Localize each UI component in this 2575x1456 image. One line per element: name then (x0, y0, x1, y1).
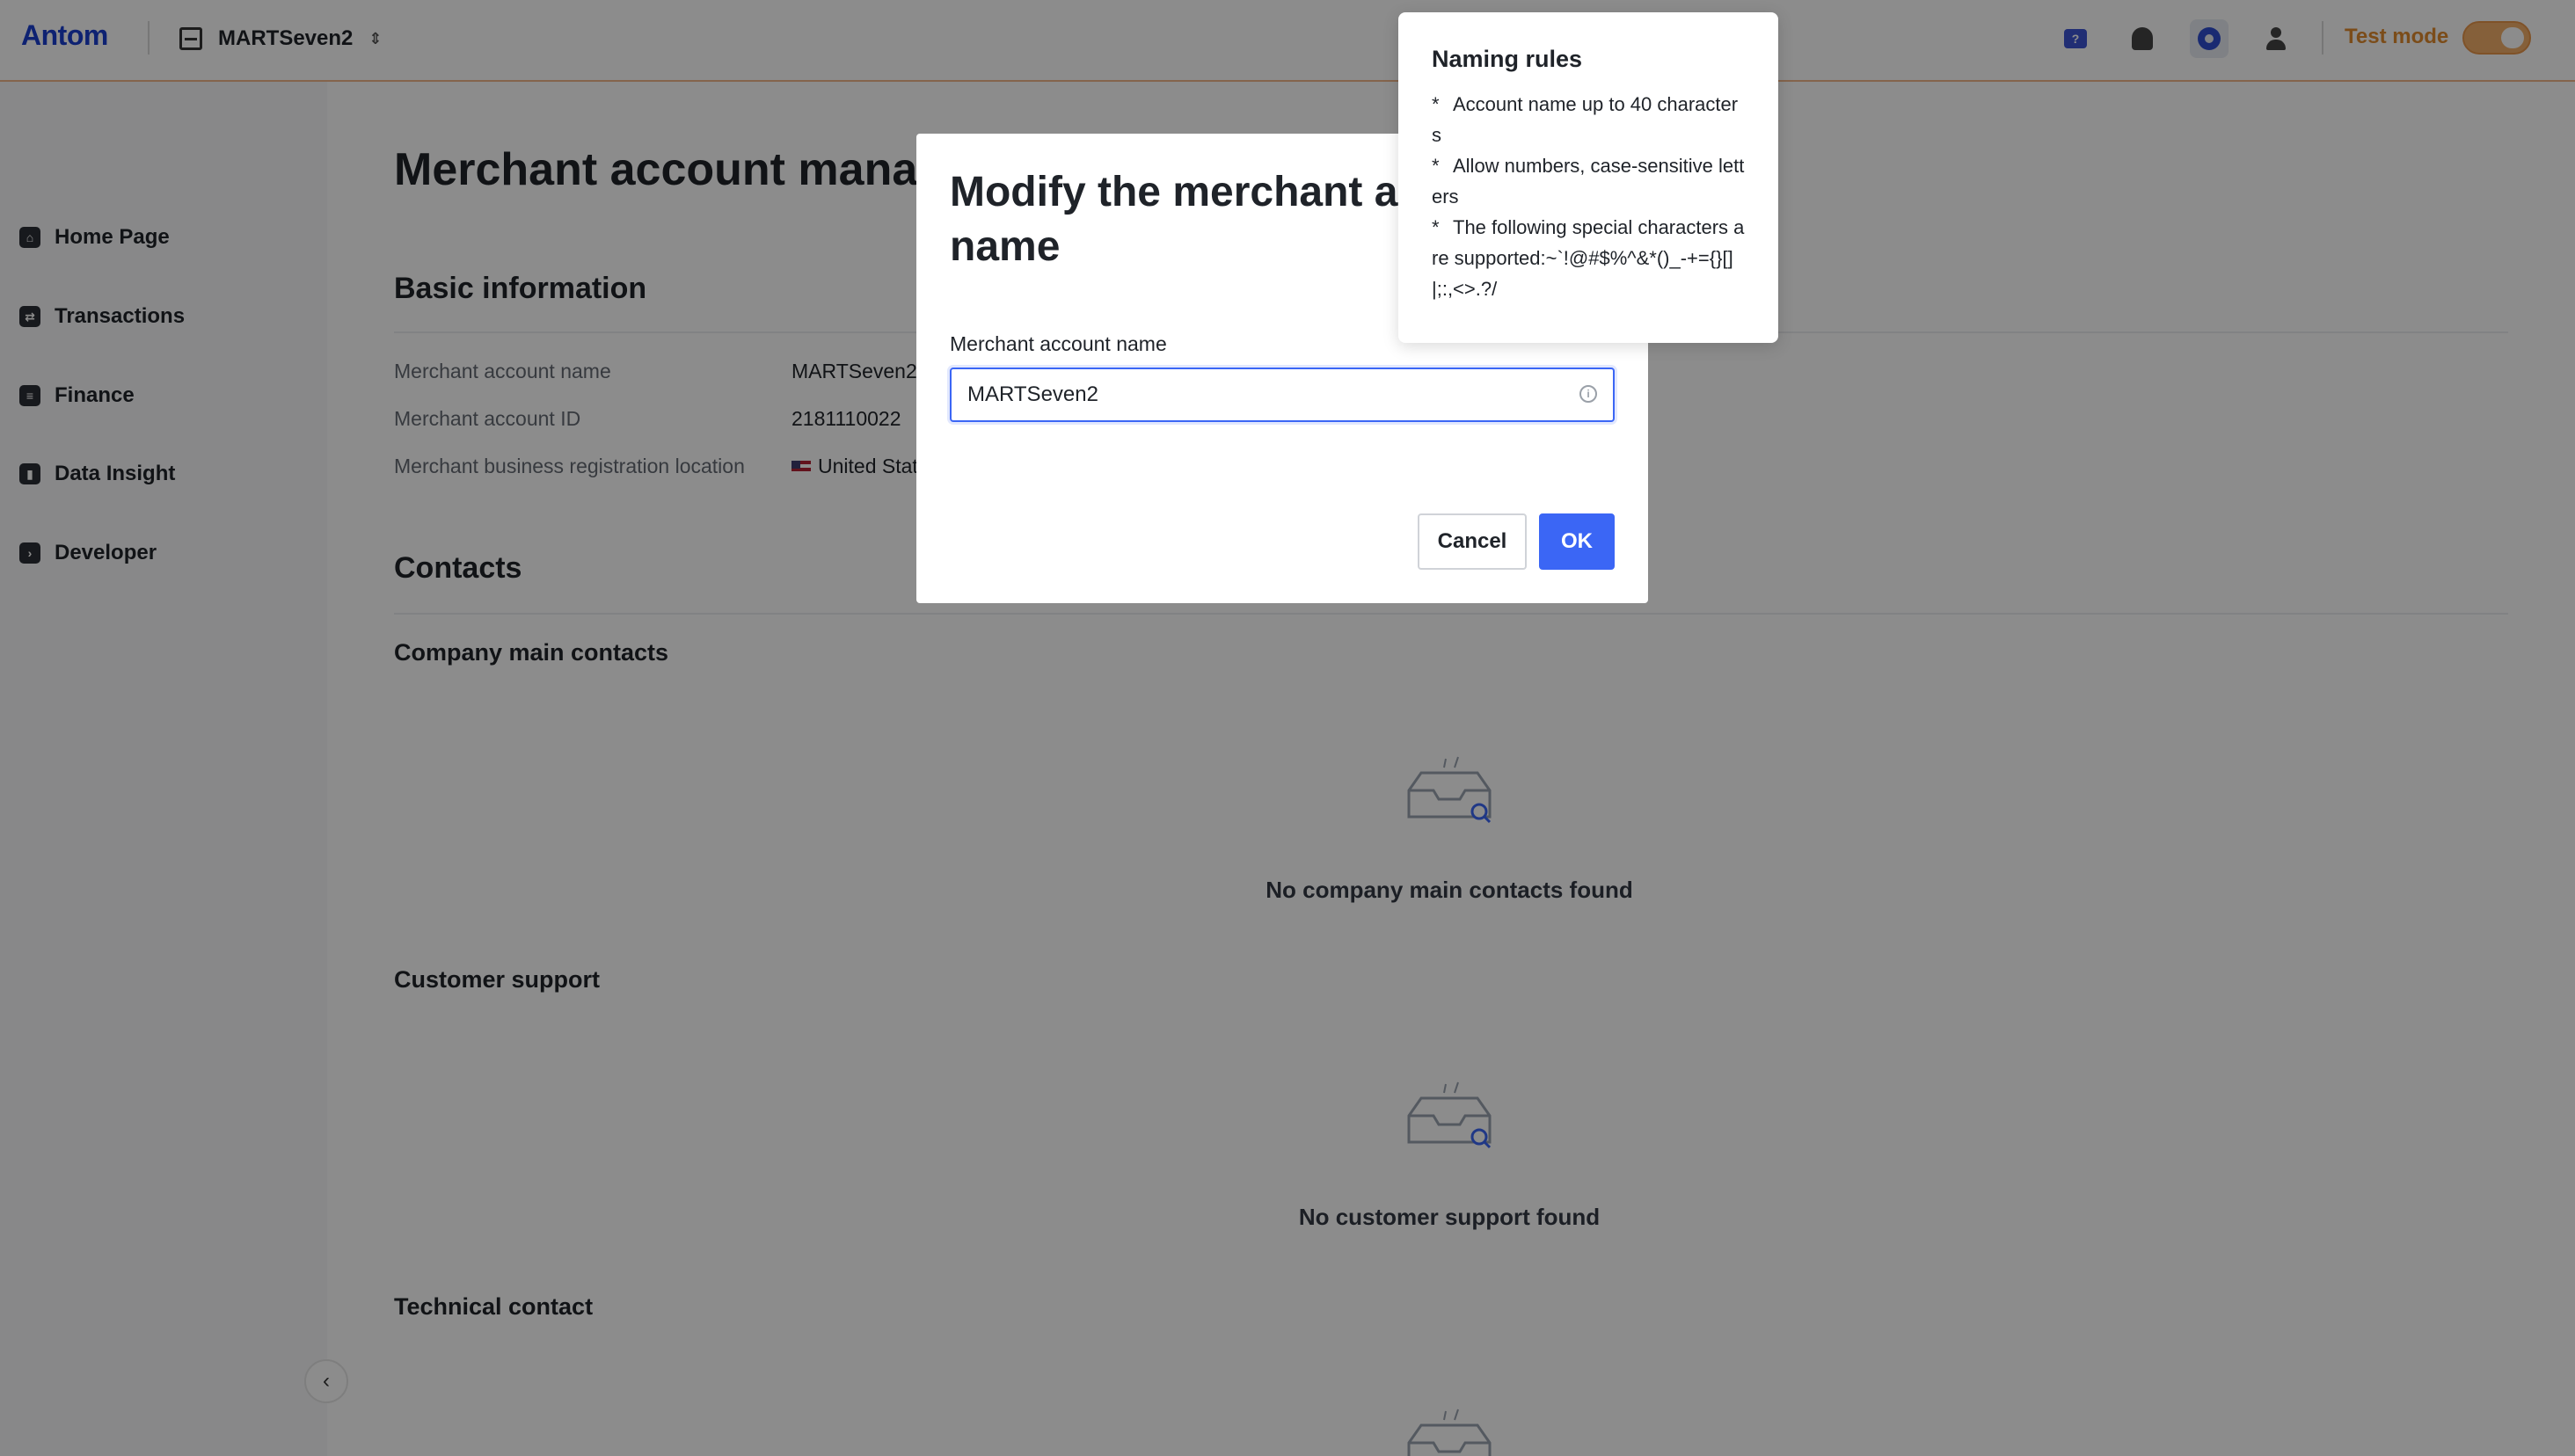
naming-rule: * Allow numbers, case-sensitive letters (1432, 155, 1745, 207)
ok-button[interactable]: OK (1539, 513, 1615, 570)
cancel-button[interactable]: Cancel (1418, 513, 1527, 570)
account-name-field-label: Merchant account name (950, 332, 1167, 355)
naming-rule: * Account name up to 40 characters (1432, 93, 1739, 146)
dialog-title: Modify the merchant ac name (950, 169, 1422, 270)
naming-rules-tooltip: Naming rules * Account name up to 40 char… (1398, 12, 1778, 343)
naming-rule: * The following special characters are su… (1432, 216, 1745, 300)
info-icon[interactable]: i (1579, 385, 1597, 403)
account-name-input[interactable] (950, 368, 1615, 422)
tooltip-title: Naming rules (1432, 46, 1583, 72)
